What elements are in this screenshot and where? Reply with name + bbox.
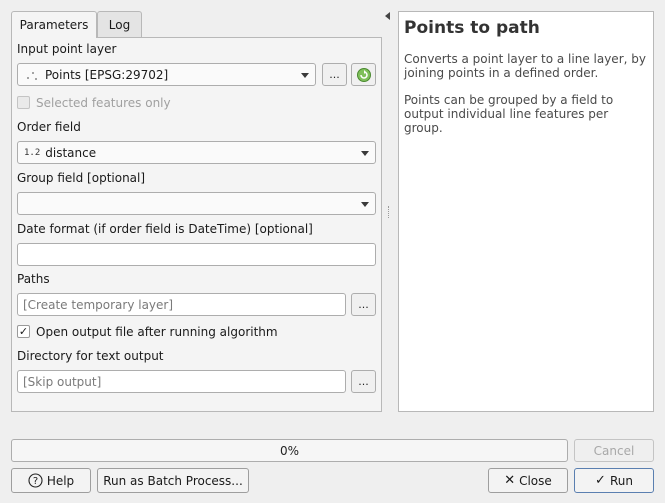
- help-button[interactable]: ? Help: [11, 468, 91, 493]
- directory-output-input[interactable]: [Skip output]: [17, 370, 346, 393]
- question-circle-icon: ?: [28, 473, 43, 488]
- date-format-input[interactable]: [17, 243, 376, 266]
- browse-label: ...: [358, 298, 369, 311]
- splitter-handle[interactable]: [388, 206, 391, 218]
- iterate-layer-button[interactable]: [351, 63, 376, 86]
- run-batch-label: Run as Batch Process...: [103, 473, 243, 488]
- group-field-combo[interactable]: [17, 192, 376, 215]
- help-title: Points to path: [404, 18, 540, 38]
- open-output-label: Open output file after running algorithm: [36, 325, 278, 339]
- help-paragraph-1: Converts a point layer to a line layer, …: [404, 52, 646, 80]
- collapse-help-icon[interactable]: [385, 12, 390, 20]
- check-icon: ✓: [595, 473, 606, 488]
- chevron-down-icon: [361, 151, 369, 156]
- directory-browse-button[interactable]: ...: [351, 370, 376, 393]
- order-field-label: Order field: [17, 120, 81, 134]
- browse-label: ...: [329, 68, 340, 81]
- paths-output-input[interactable]: [Create temporary layer]: [17, 293, 346, 316]
- cancel-button[interactable]: Cancel: [574, 439, 654, 462]
- directory-placeholder: [Skip output]: [23, 374, 102, 389]
- date-format-label: Date format (if order field is DateTime)…: [17, 222, 313, 236]
- selected-features-label: Selected features only: [36, 96, 171, 110]
- group-field-label: Group field [optional]: [17, 171, 146, 185]
- progress-text: 0%: [279, 443, 300, 458]
- green-refresh-icon: [356, 67, 371, 82]
- selected-features-checkbox[interactable]: [17, 96, 30, 109]
- tab-log-label: Log: [108, 17, 131, 32]
- order-field-combo[interactable]: 1.2 distance: [17, 141, 376, 164]
- svg-text:?: ?: [33, 476, 38, 487]
- tab-log[interactable]: Log: [97, 11, 142, 37]
- paths-label: Paths: [17, 272, 50, 286]
- run-button[interactable]: ✓ Run: [574, 468, 654, 493]
- run-batch-button[interactable]: Run as Batch Process...: [97, 468, 249, 493]
- input-layer-browse-button[interactable]: ...: [322, 63, 347, 86]
- help-label: Help: [46, 473, 75, 488]
- browse-label: ...: [358, 375, 369, 388]
- chevron-down-icon: [301, 73, 309, 78]
- tab-parameters-label: Parameters: [19, 18, 89, 32]
- open-output-checkbox[interactable]: ✓: [17, 325, 30, 338]
- paths-browse-button[interactable]: ...: [351, 293, 376, 316]
- point-layer-icon: [27, 71, 37, 80]
- x-icon: ✕: [504, 473, 516, 488]
- tab-parameters[interactable]: Parameters: [11, 11, 97, 38]
- check-icon: ✓: [18, 325, 29, 338]
- paths-placeholder: [Create temporary layer]: [23, 297, 174, 312]
- help-panel: Points to path Converts a point layer to…: [398, 11, 654, 412]
- decimal-field-icon: 1.2: [24, 147, 41, 158]
- close-label: Close: [519, 473, 552, 488]
- help-paragraph-2: Points can be grouped by a field to outp…: [404, 93, 614, 135]
- directory-label: Directory for text output: [17, 349, 164, 363]
- close-button[interactable]: ✕ Close: [488, 468, 568, 493]
- input-layer-combo[interactable]: Points [EPSG:29702]: [17, 63, 316, 86]
- input-layer-value: Points [EPSG:29702]: [45, 67, 169, 82]
- chevron-down-icon: [361, 202, 369, 207]
- run-label: Run: [609, 473, 633, 488]
- progress-bar: 0%: [11, 439, 568, 462]
- order-field-value: distance: [45, 145, 97, 160]
- cancel-label: Cancel: [593, 443, 635, 458]
- input-layer-label: Input point layer: [17, 42, 117, 56]
